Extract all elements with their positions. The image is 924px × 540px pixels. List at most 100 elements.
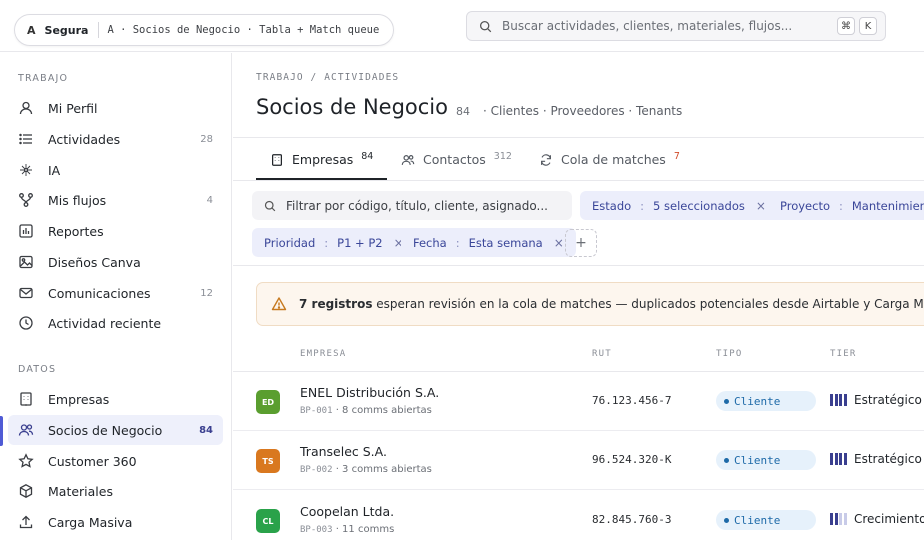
sidebar-item-label: Actividades bbox=[48, 131, 121, 147]
avatar: ED bbox=[256, 390, 280, 414]
close-icon[interactable]: × bbox=[554, 236, 564, 250]
sidebar-item-ia[interactable]: IA bbox=[8, 155, 223, 185]
search-placeholder: Buscar actividades, clientes, materiales… bbox=[502, 19, 793, 33]
sidebar-item-mi-perfil[interactable]: Mi Perfil bbox=[8, 93, 223, 123]
tier-cell: Estratégico bbox=[830, 452, 922, 466]
tipo-badge: Cliente bbox=[716, 391, 816, 411]
tier-bars bbox=[830, 394, 848, 406]
chip-colon: : bbox=[640, 198, 645, 213]
filter-chip-fecha[interactable]: Fecha: Esta semana × bbox=[401, 228, 576, 257]
shortcut-key-cmd: ⌘ bbox=[837, 17, 855, 35]
workspace-divider bbox=[98, 22, 100, 38]
avatar: TS bbox=[256, 449, 280, 473]
global-search[interactable]: Buscar actividades, clientes, materiales… bbox=[466, 11, 886, 41]
tab-cola-de-matches[interactable]: Cola de matches 7 bbox=[539, 139, 680, 180]
chip-colon: : bbox=[839, 198, 843, 213]
title-subtitle: · Clientes · Proveedores · Tenants bbox=[483, 104, 683, 118]
sidebar-item-actividad-reciente[interactable]: Actividad reciente bbox=[8, 308, 223, 338]
table-row[interactable]: ED ENEL Distribución S.A. BP-001 · 8 com… bbox=[233, 372, 924, 431]
star-icon bbox=[18, 453, 34, 469]
company-meta: BP-002 · 3 comms abiertas bbox=[300, 464, 432, 475]
rut-value: 76.123.456-7 bbox=[592, 394, 672, 407]
search-icon bbox=[264, 200, 276, 212]
sidebar-item-label: Mi Perfil bbox=[48, 100, 98, 116]
column-header-empresa[interactable]: EMPRESA bbox=[300, 349, 346, 359]
status-dot bbox=[724, 398, 729, 404]
filter-chip-proyecto[interactable]: Proyecto: Mantenimiento bbox=[768, 191, 924, 220]
flow-icon bbox=[18, 192, 34, 208]
table-row[interactable]: TS Transelec S.A. BP-002 · 3 comms abier… bbox=[233, 431, 924, 490]
company-comms: · 8 comms abiertas bbox=[335, 405, 432, 416]
sidebar-item-comunicaciones[interactable]: Comunicaciones 12 bbox=[8, 278, 223, 308]
column-header-rut[interactable]: RUT bbox=[592, 349, 612, 359]
company-code: BP-002 bbox=[300, 465, 333, 475]
add-filter-button[interactable]: + bbox=[565, 229, 597, 257]
sidebar-item-label: Reportes bbox=[48, 223, 104, 239]
alert-bold: 7 registros bbox=[299, 297, 373, 311]
status-dot bbox=[724, 517, 729, 523]
sparkle-icon bbox=[18, 162, 34, 178]
tab-contactos[interactable]: Contactos 312 bbox=[401, 139, 512, 180]
search-icon bbox=[479, 20, 492, 33]
filter-chip-estado[interactable]: Estado: 5 seleccionados × bbox=[580, 191, 778, 220]
sidebar-item-count: 4 bbox=[206, 194, 213, 206]
filter-chip-prioridad[interactable]: Prioridad: P1 + P2 × bbox=[252, 228, 416, 257]
chip-colon: : bbox=[324, 235, 329, 250]
alert-message: esperan revisión en la cola de matches —… bbox=[372, 297, 924, 311]
company-name[interactable]: Transelec S.A. bbox=[300, 444, 387, 459]
sidebar-item-label: Socios de Negocio bbox=[48, 422, 163, 438]
box-icon bbox=[18, 483, 34, 499]
sidebar-item-carga-masiva[interactable]: Carga Masiva bbox=[8, 507, 223, 537]
tab-count: 84 bbox=[361, 151, 374, 162]
tipo-label: Cliente bbox=[734, 394, 781, 408]
sidebar-item-label: Customer 360 bbox=[48, 453, 137, 469]
workspace-switcher[interactable]: A Segura A · Socios de Negocio · Tabla +… bbox=[14, 14, 394, 46]
sidebar-item-disenos-canva[interactable]: Diseños Canva bbox=[8, 247, 223, 277]
tab-label: Cola de matches bbox=[561, 152, 666, 167]
tier-cell: Estratégico bbox=[830, 393, 922, 407]
tab-label: Empresas bbox=[292, 152, 354, 167]
filters-divider bbox=[233, 265, 924, 266]
company-name[interactable]: Coopelan Ltda. bbox=[300, 504, 394, 519]
sidebar-item-label: Actividad reciente bbox=[48, 315, 162, 331]
refresh-icon bbox=[539, 153, 553, 167]
workspace-name: Segura bbox=[44, 23, 89, 37]
tab-empresas[interactable]: Empresas 84 bbox=[270, 139, 373, 180]
workspace-path: A · Socios de Negocio · Tabla + Match qu… bbox=[107, 24, 380, 36]
company-comms: · 11 comms bbox=[335, 524, 395, 535]
rut-value: 96.524.320-K bbox=[592, 453, 672, 466]
chip-colon: : bbox=[455, 235, 460, 250]
sidebar-item-count: 28 bbox=[200, 133, 213, 145]
table-row[interactable]: CL Coopelan Ltda. BP-003 · 11 comms 82.8… bbox=[233, 491, 924, 540]
upload-icon bbox=[18, 514, 34, 530]
sidebar-item-customer-360[interactable]: Customer 360 bbox=[8, 446, 223, 476]
sidebar-item-actividades[interactable]: Actividades 28 bbox=[8, 124, 223, 154]
close-icon[interactable]: × bbox=[756, 199, 766, 213]
tier-label: Estratégico bbox=[854, 452, 922, 466]
tab-count: 7 bbox=[673, 151, 680, 162]
company-comms: · 3 comms abiertas bbox=[335, 464, 432, 475]
chip-key: Fecha bbox=[413, 235, 447, 250]
mail-icon bbox=[18, 285, 34, 301]
filter-input[interactable]: Filtrar por código, título, cliente, asi… bbox=[252, 191, 572, 220]
company-name[interactable]: ENEL Distribución S.A. bbox=[300, 385, 439, 400]
tier-bars bbox=[830, 453, 848, 465]
company-code: BP-001 bbox=[300, 406, 333, 416]
sidebar-item-label: Carga Masiva bbox=[48, 514, 133, 530]
company-meta: BP-003 · 11 comms bbox=[300, 524, 394, 535]
users-icon bbox=[18, 422, 34, 438]
sidebar-section-title: TRABAJO bbox=[18, 73, 69, 84]
sidebar-item-empresas[interactable]: Empresas bbox=[8, 384, 223, 414]
sidebar-item-label: Materiales bbox=[48, 483, 113, 499]
sidebar-item-materiales[interactable]: Materiales bbox=[8, 476, 223, 506]
column-header-tier[interactable]: TIER bbox=[830, 349, 856, 359]
sidebar-item-socios-de-negocio[interactable]: Socios de Negocio 84 bbox=[8, 415, 223, 445]
sidebar-item-label: Empresas bbox=[48, 391, 110, 407]
tipo-label: Cliente bbox=[734, 453, 781, 467]
sidebar-item-reportes[interactable]: Reportes bbox=[8, 216, 223, 246]
sidebar-item-label: Comunicaciones bbox=[48, 285, 151, 301]
column-header-tipo[interactable]: TIPO bbox=[716, 349, 742, 359]
title-count: 84 bbox=[456, 105, 470, 118]
sidebar-item-mis-flujos[interactable]: Mis flujos 4 bbox=[8, 185, 223, 215]
top-bar: A Segura A · Socios de Negocio · Tabla +… bbox=[0, 0, 924, 52]
